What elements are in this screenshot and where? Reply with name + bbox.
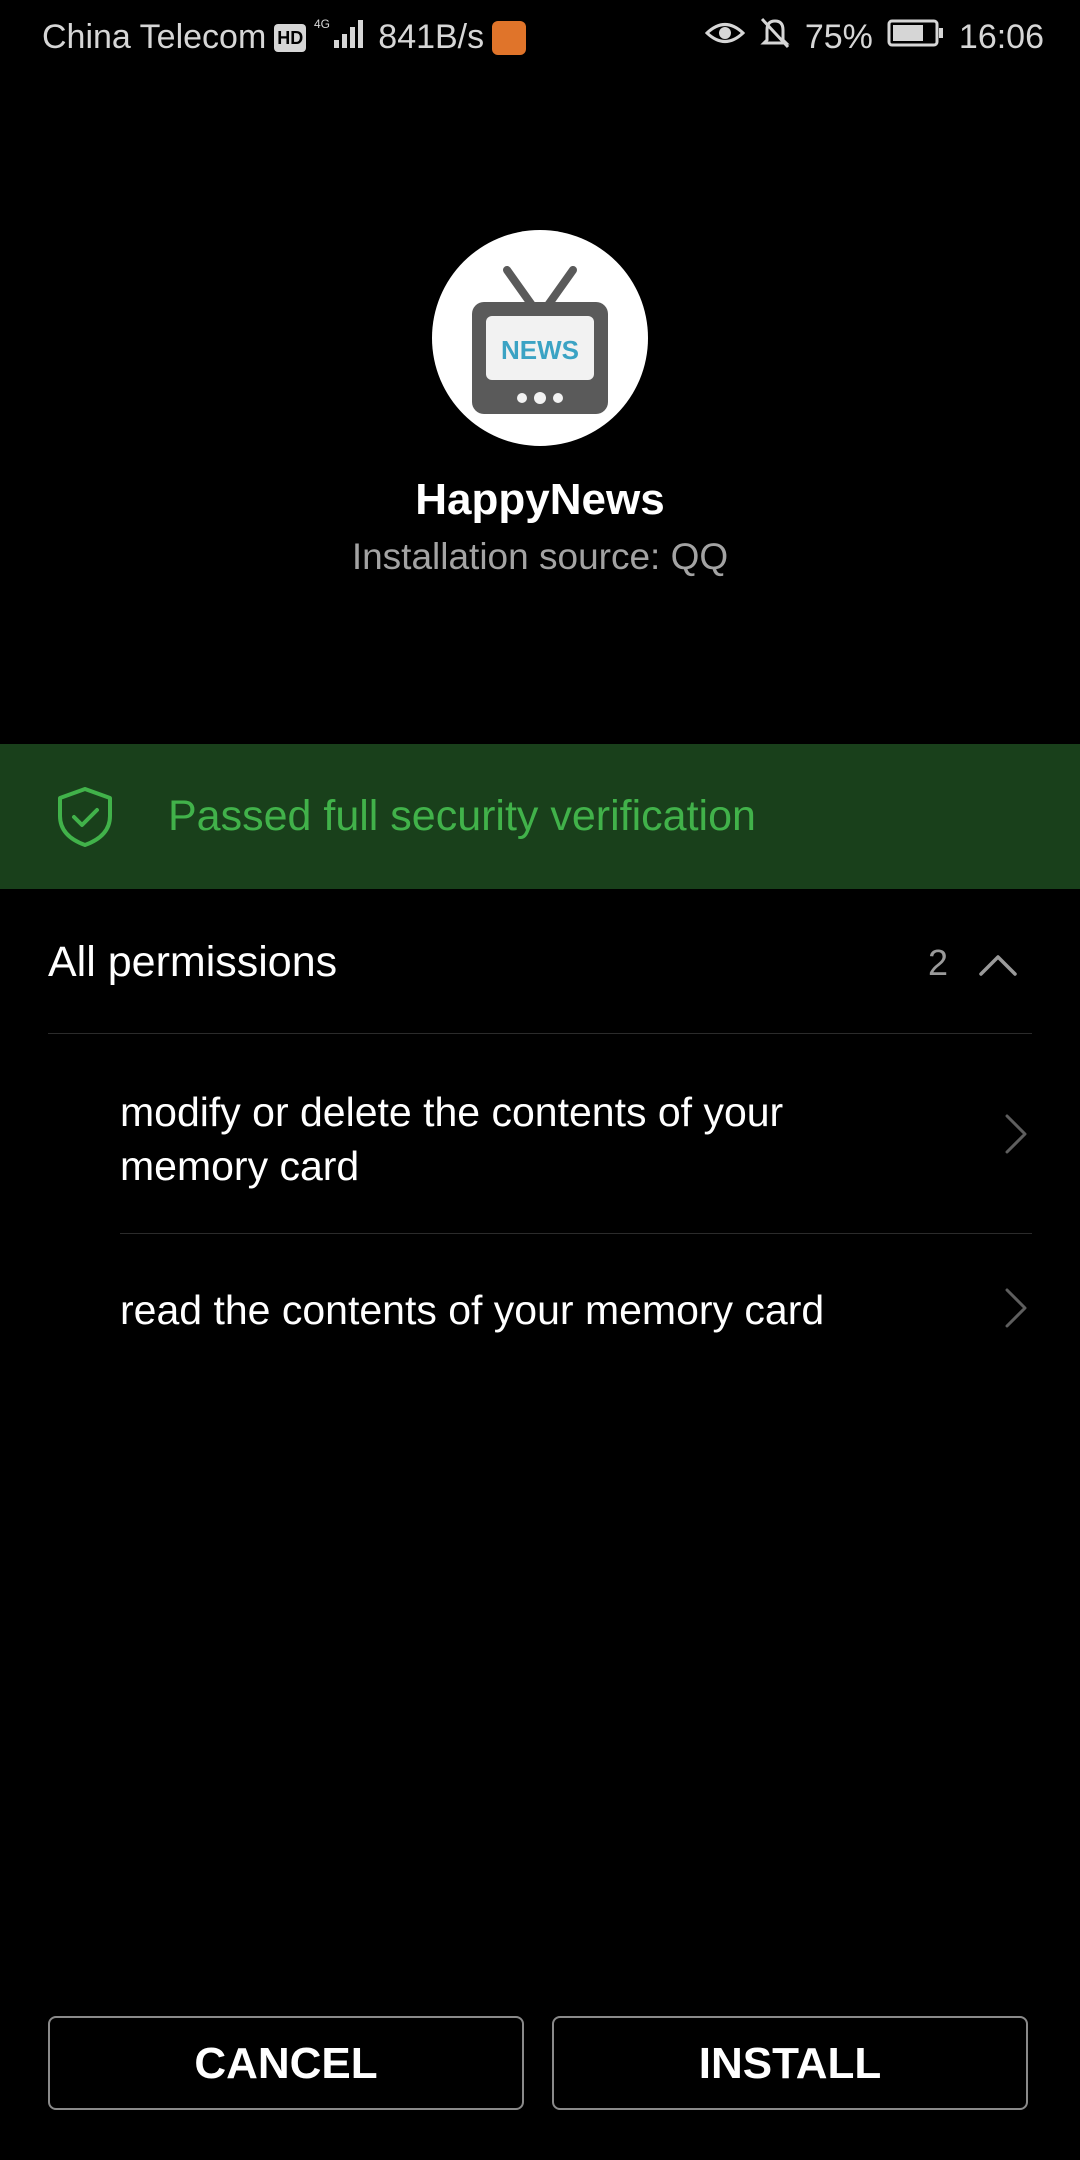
carrier-name: China Telecom	[42, 18, 267, 56]
status-bar: China Telecom HD 4G 841B/s 75% 16:06	[0, 0, 1080, 76]
hd-icon: HD	[274, 23, 307, 52]
signal-icon: 4G	[314, 16, 370, 59]
app-icon-text: NEWS	[501, 335, 579, 365]
battery-percent: 75%	[804, 18, 873, 56]
uc-browser-icon	[492, 20, 527, 55]
eye-icon	[704, 18, 746, 57]
app-name: HappyNews	[415, 475, 665, 524]
security-banner: Passed full security verification	[0, 744, 1080, 889]
bell-off-icon	[759, 16, 791, 59]
network-type-label: 4G	[314, 17, 330, 31]
battery-icon	[887, 18, 945, 57]
chevron-up-icon[interactable]	[978, 953, 1018, 977]
permission-item-modify-memory[interactable]: modify or delete the contents of your me…	[120, 1035, 1032, 1234]
tv-news-icon: NEWS	[472, 266, 608, 414]
shield-check-icon	[58, 787, 112, 847]
security-status-text: Passed full security verification	[168, 792, 756, 840]
chevron-right-icon	[1005, 1114, 1027, 1154]
cancel-button[interactable]: CANCEL	[48, 2016, 524, 2110]
all-permissions-header[interactable]: All permissions 2	[48, 903, 1032, 1034]
permissions-count: 2	[927, 942, 948, 983]
install-button[interactable]: INSTALL	[552, 2016, 1028, 2110]
installation-source: Installation source: QQ	[351, 536, 729, 577]
clock: 16:06	[958, 18, 1044, 56]
permission-label: read the contents of your memory card	[120, 1287, 825, 1333]
status-left: China Telecom HD 4G 841B/s	[42, 16, 527, 59]
permissions-title: All permissions	[48, 938, 338, 986]
permission-item-read-memory[interactable]: read the contents of your memory card	[120, 1235, 1032, 1385]
chevron-right-icon	[1005, 1288, 1027, 1328]
status-right: 75% 16:06	[704, 16, 1044, 59]
permission-label: modify or delete the contents of your me…	[120, 1089, 784, 1189]
network-speed: 841B/s	[378, 18, 485, 56]
app-icon: NEWS	[432, 230, 648, 446]
